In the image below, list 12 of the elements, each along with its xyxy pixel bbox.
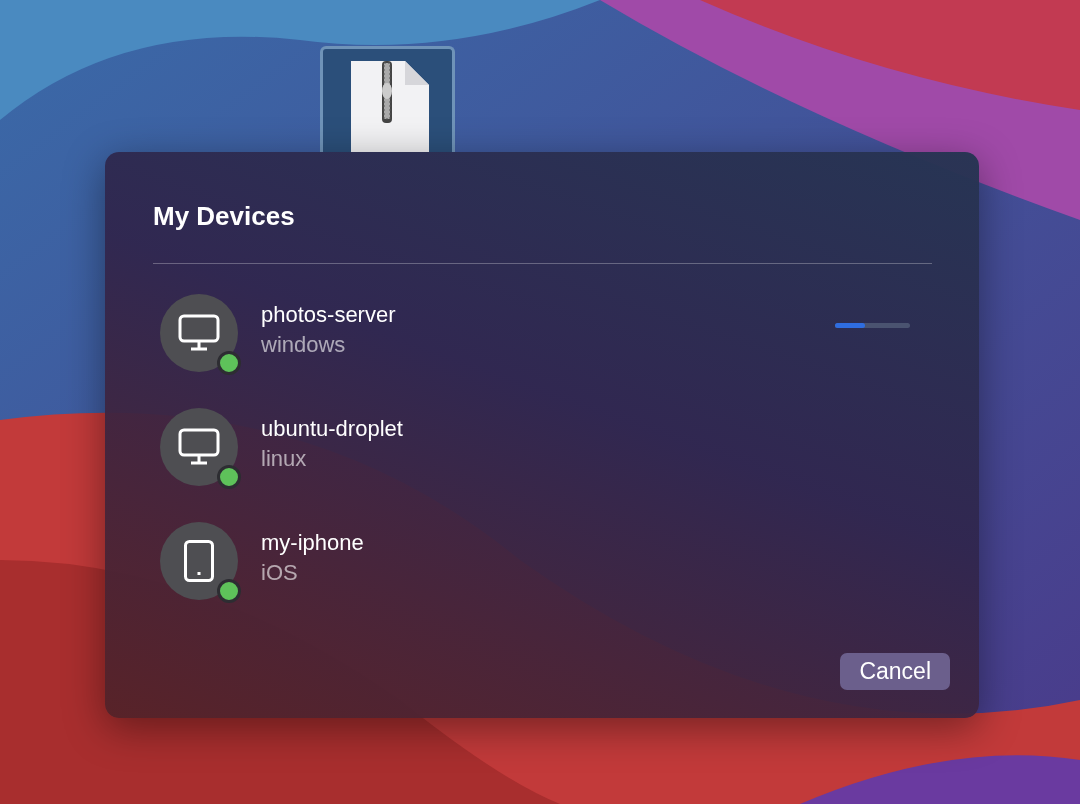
device-os: iOS <box>261 559 299 587</box>
device-name: photos-server <box>261 301 397 329</box>
monitor-icon <box>178 314 220 352</box>
phone-icon <box>184 540 214 582</box>
dialog-title: My Devices <box>153 200 295 232</box>
device-name: ubuntu-droplet <box>261 415 404 443</box>
device-os: linux <box>261 445 308 473</box>
device-name: my-iphone <box>261 529 365 557</box>
file-icon[interactable] <box>320 46 455 152</box>
monitor-icon <box>178 428 220 466</box>
device-os: windows <box>261 331 347 359</box>
cancel-button[interactable]: Cancel <box>840 653 950 690</box>
